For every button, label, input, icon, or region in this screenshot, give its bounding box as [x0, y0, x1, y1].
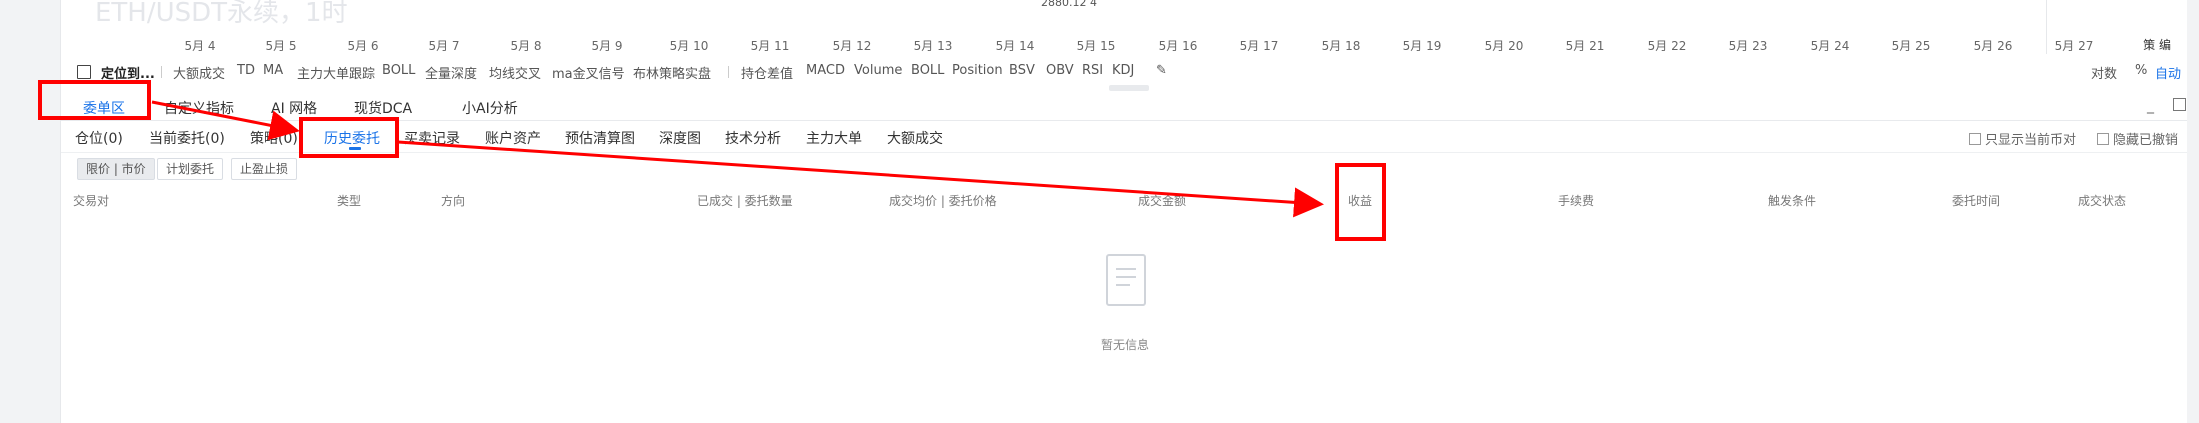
annotation-arrows	[151, 100, 1324, 218]
annotation-arrow	[397, 140, 1324, 218]
annotation-arrow	[151, 100, 300, 141]
